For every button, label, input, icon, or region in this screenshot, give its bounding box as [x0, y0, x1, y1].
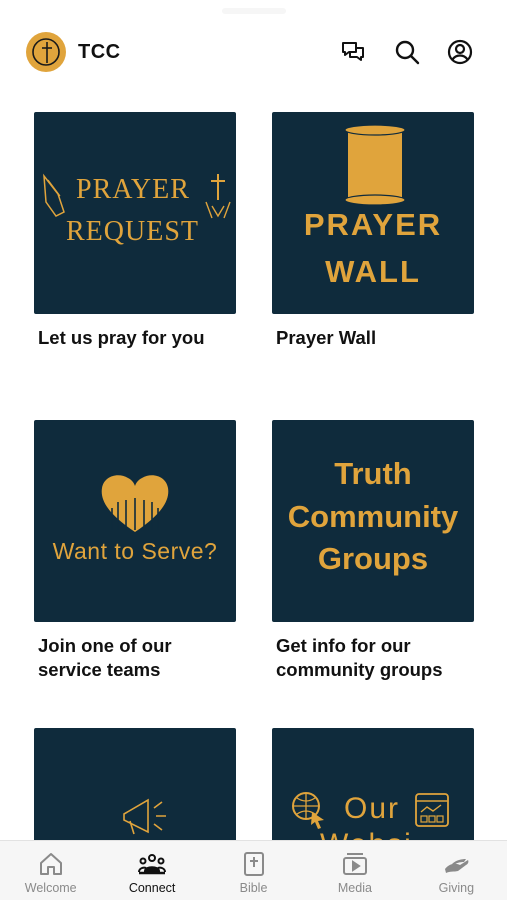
bottom-tab-bar: Welcome Connect Bible Media Giving — [0, 840, 507, 900]
prayer-request-tile[interactable]: PRAYER REQUEST — [34, 112, 236, 314]
tile-line: Community — [287, 499, 459, 534]
tab-label: Bible — [239, 881, 268, 895]
search-icon[interactable] — [393, 38, 421, 66]
browser-window-icon — [415, 793, 449, 827]
tab-welcome[interactable]: Welcome — [0, 841, 101, 900]
prayer-wall-tile[interactable]: PRAYER WALL — [272, 112, 474, 314]
tile-line: Groups — [317, 541, 429, 576]
tab-label: Welcome — [24, 881, 77, 895]
card-community-groups[interactable]: Truth Community Groups Get info for our … — [272, 420, 474, 682]
card-serve[interactable]: Want to Serve? Join one of our service t… — [34, 420, 236, 682]
tile-line: REQUEST — [66, 216, 199, 247]
card-label: Get info for our community groups — [276, 635, 443, 680]
cross-hands-icon — [205, 174, 231, 219]
tcc-logo[interactable] — [26, 32, 66, 72]
tile-line: Want to Serve? — [52, 538, 218, 564]
community-groups-tile[interactable]: Truth Community Groups — [272, 420, 474, 622]
praying-hands-icon — [43, 173, 65, 217]
heart-hands-icon — [101, 475, 169, 532]
card-label: Join one of our service teams — [38, 635, 172, 680]
tile-line: Our — [344, 792, 401, 825]
tab-label: Giving — [438, 881, 475, 895]
tab-label: Connect — [128, 881, 176, 895]
app-header: TCC — [0, 0, 507, 100]
giving-hand-icon — [445, 859, 469, 873]
media-icon — [342, 853, 367, 875]
messages-icon[interactable] — [339, 38, 367, 66]
card-label: Prayer Wall — [276, 327, 377, 348]
profile-icon[interactable] — [446, 38, 474, 66]
home-icon — [39, 853, 62, 875]
tile-line: PRAYER — [303, 207, 443, 242]
tab-connect[interactable]: Connect — [101, 841, 202, 900]
card-label: Let us pray for you — [38, 327, 205, 348]
scroll-icon — [344, 124, 406, 206]
tile-line: Truth — [334, 456, 412, 491]
bible-icon — [243, 852, 264, 876]
megaphone-icon — [123, 798, 166, 835]
serve-tile[interactable]: Want to Serve? — [34, 420, 236, 622]
tab-label: Media — [337, 881, 372, 895]
card-prayer-wall[interactable]: PRAYER WALL Prayer Wall — [272, 112, 474, 350]
tile-line: PRAYER — [76, 174, 190, 205]
cross-logo-icon — [32, 38, 60, 66]
globe-cursor-icon — [292, 792, 324, 829]
card-prayer-request[interactable]: PRAYER REQUEST Let us pray for you — [34, 112, 236, 350]
tab-media[interactable]: Media — [304, 841, 405, 900]
tab-giving[interactable]: Giving — [406, 841, 507, 900]
people-icon — [138, 854, 167, 875]
tab-bible[interactable]: Bible — [203, 841, 304, 900]
app-title: TCC — [78, 41, 121, 63]
tile-line: WALL — [325, 254, 421, 289]
